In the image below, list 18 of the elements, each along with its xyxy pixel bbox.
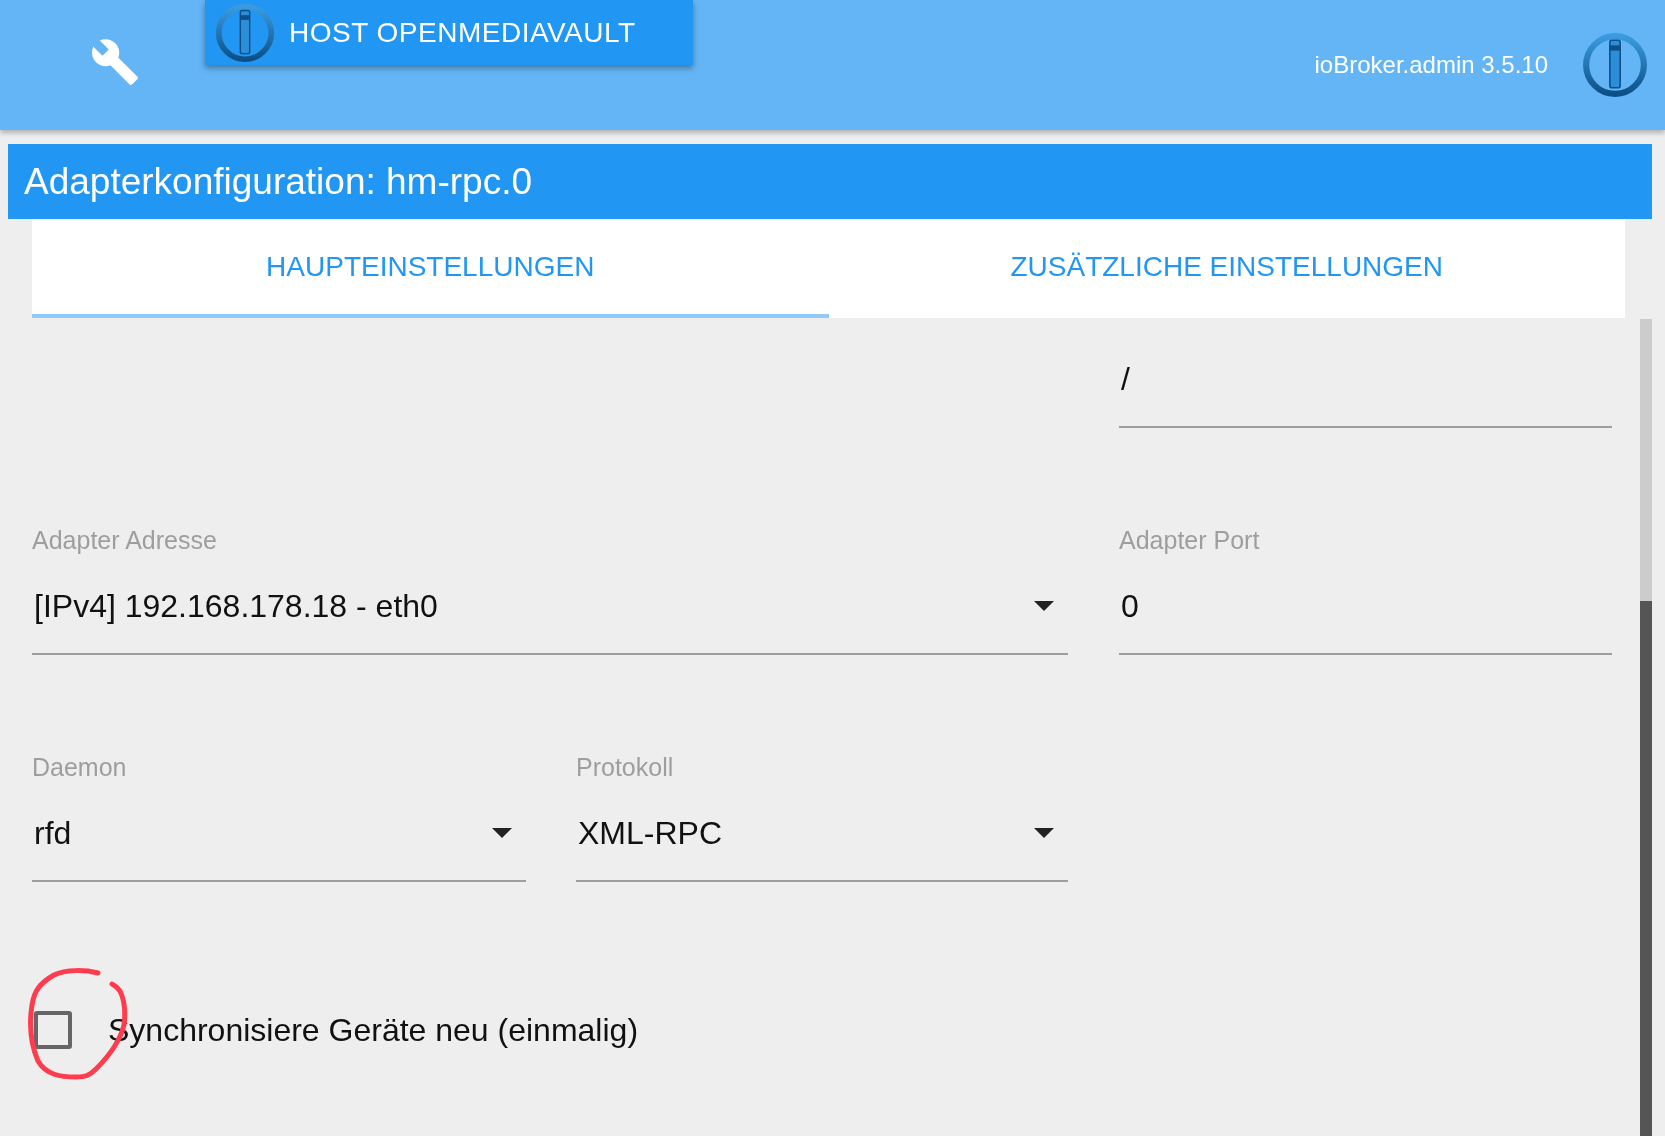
field-label: Protokoll xyxy=(576,752,675,782)
logo-icon xyxy=(215,2,275,63)
input-field[interactable]: 0 xyxy=(1119,555,1612,655)
checkbox[interactable] xyxy=(34,1011,72,1049)
field-label: Adapter Port xyxy=(1119,525,1261,555)
version-label: ioBroker.admin 3.5.10 xyxy=(1314,51,1548,79)
dropdown-arrow-icon xyxy=(492,828,512,838)
field-label: Daemon xyxy=(32,752,128,782)
select-field[interactable]: XML-RPC xyxy=(576,782,1068,882)
field-label: Adapter Adresse xyxy=(32,525,218,555)
scrollbar-thumb[interactable] xyxy=(1640,601,1652,1136)
input-field[interactable]: / xyxy=(1119,328,1612,428)
dropdown-arrow-icon xyxy=(1034,828,1054,838)
select-field[interactable]: rfd xyxy=(32,782,526,882)
logo-icon xyxy=(1582,32,1648,98)
page-title: Adapterkonfiguration: hm-rpc.0 xyxy=(23,160,532,204)
dropdown-arrow-icon xyxy=(1034,601,1054,611)
select-field[interactable]: [IPv4] 192.168.178.18 - eth0 xyxy=(32,555,1068,655)
